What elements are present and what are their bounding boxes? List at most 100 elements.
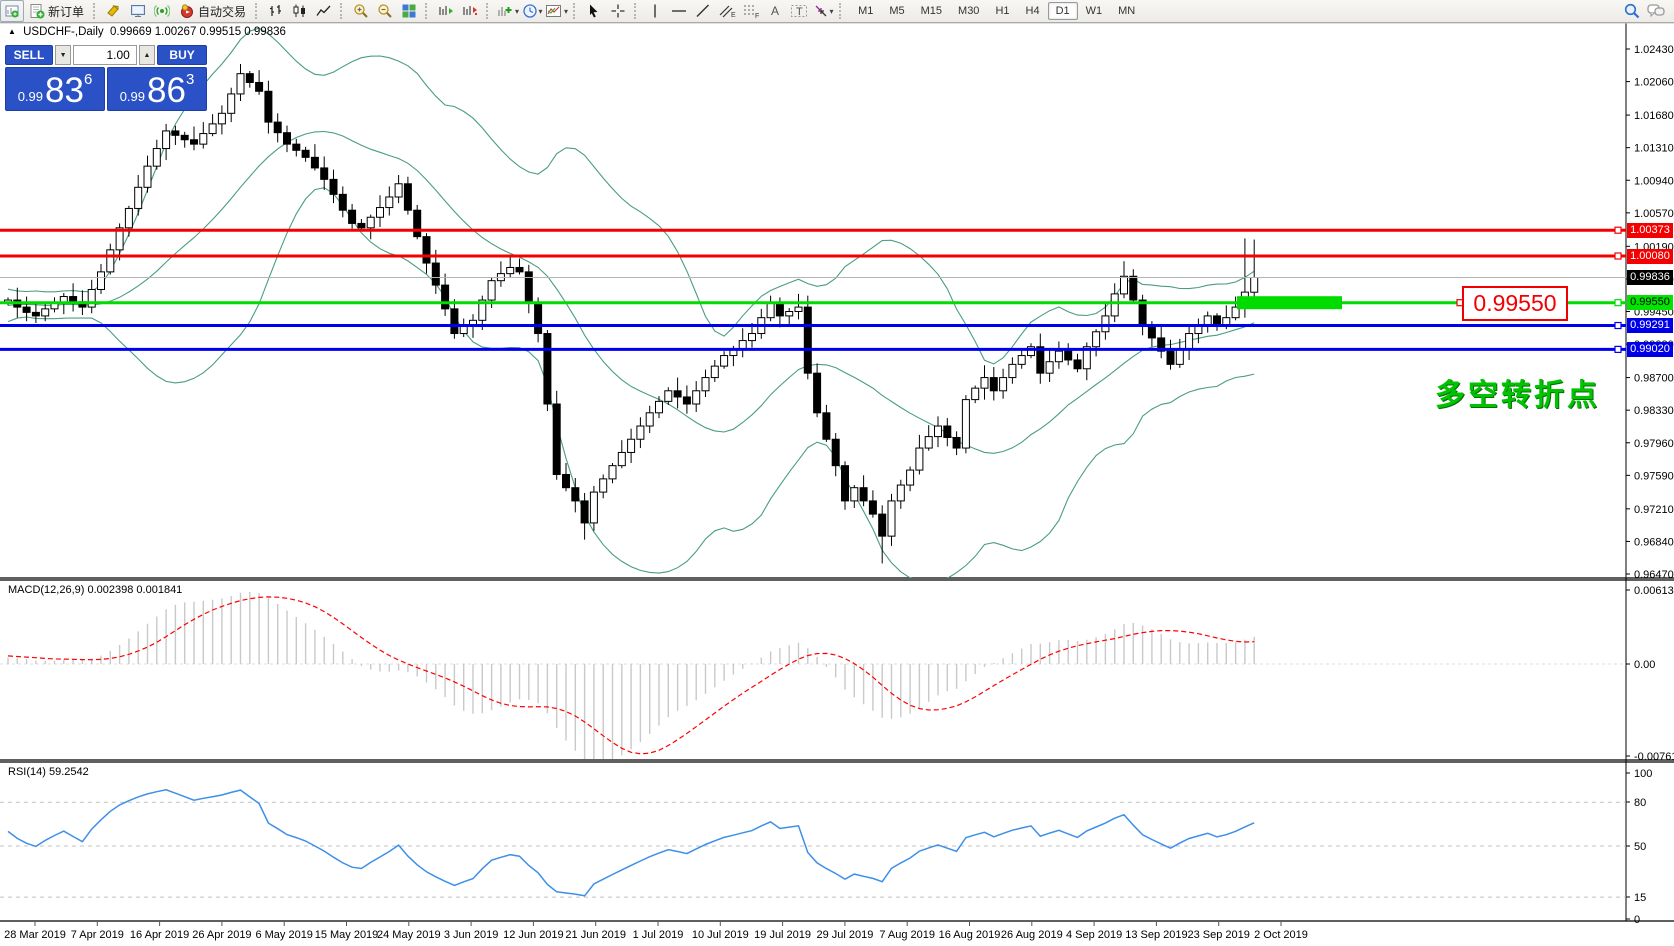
date-label: 2 Oct 2019 [1254,929,1308,941]
gold-arrow-icon[interactable] [102,0,126,22]
signal-icon[interactable] [150,0,174,22]
one-click-trading-panel: SELL ▼ 1.00 ▲ BUY 0.99836 0.99863 [5,45,207,111]
sell-button[interactable]: SELL [5,45,53,65]
candlestick-chart-icon[interactable] [288,0,312,22]
svg-text:1.01310: 1.01310 [1634,143,1674,155]
timeframe-M30[interactable]: M30 [950,2,987,20]
indicators-icon[interactable]: ▾ [495,0,520,22]
price-line-label: 1.00080 [1627,249,1673,264]
svg-text:1.01680: 1.01680 [1634,110,1674,122]
fibonacci-icon[interactable]: F [739,0,763,22]
timeframe-M5[interactable]: M5 [881,2,912,20]
vertical-line-icon[interactable] [643,0,667,22]
timeframe-MN[interactable]: MN [1110,2,1143,20]
svg-text:1.00940: 1.00940 [1634,175,1674,187]
new-order-label: 新订单 [48,3,84,20]
arrows-icon[interactable]: ▾ [811,0,835,22]
separator [340,3,345,19]
svg-text:0.97960: 0.97960 [1634,438,1674,450]
equidistant-channel-icon[interactable]: E [715,0,739,22]
cursor-icon[interactable] [582,0,606,22]
price-line-label: 1.00373 [1627,223,1673,238]
timeframe-W1[interactable]: W1 [1078,2,1111,20]
chat-icon[interactable] [1644,0,1668,22]
templates-icon[interactable]: ▾ [544,0,569,22]
date-label: 26 Apr 2019 [192,929,251,941]
volume-decrease-button[interactable]: ▼ [55,45,71,65]
separator [425,3,430,19]
date-label: 12 Jun 2019 [503,929,564,941]
buy-button[interactable]: BUY [157,45,207,65]
svg-text:T: T [796,6,803,18]
chart-annotation-text[interactable]: 多空转折点 [1435,370,1600,414]
collapse-triangle-icon[interactable]: ▲ [8,27,16,36]
date-label: 7 Apr 2019 [71,929,124,941]
text-label-icon[interactable]: T [787,0,811,22]
date-label: 13 Sep 2019 [1125,929,1187,941]
horizontal-line-icon[interactable] [667,0,691,22]
svg-text:0.00613: 0.00613 [1634,585,1674,597]
svg-text:1.02060: 1.02060 [1634,77,1674,89]
chart-title: ▲ USDCHF-,Daily 0.99669 1.00267 0.99515 … [8,26,286,38]
auto-trading-button[interactable]: 自动交易 [174,0,251,22]
svg-text:0.98330: 0.98330 [1634,405,1674,417]
zoom-in-icon[interactable] [349,0,373,22]
date-label: 6 May 2019 [255,929,312,941]
date-label: 26 Aug 2019 [1001,929,1063,941]
chart-ohlc: 0.99669 1.00267 0.99515 0.99836 [110,26,286,38]
date-label: 3 Jun 2019 [444,929,498,941]
toolbar: 新订单 自动交易 ▾ ▾ ▾ [0,0,1674,23]
sell-price-display[interactable]: 0.99836 [5,67,105,111]
separator [255,3,260,19]
auto-trading-label: 自动交易 [198,3,246,20]
date-label: 16 Aug 2019 [939,929,1001,941]
timeframe-M15[interactable]: M15 [913,2,950,20]
svg-text:100: 100 [1634,768,1652,780]
trendline-icon[interactable] [691,0,715,22]
svg-text:0.97210: 0.97210 [1634,504,1674,516]
svg-text:1.00570: 1.00570 [1634,208,1674,220]
svg-text:A: A [771,4,779,18]
date-label: 16 Apr 2019 [130,929,189,941]
zoom-out-icon[interactable] [373,0,397,22]
date-label: 24 May 2019 [377,929,441,941]
terminal-icon[interactable] [126,0,150,22]
tile-windows-icon[interactable] [397,0,421,22]
svg-text:E: E [731,12,736,19]
timeframe-H4[interactable]: H4 [1018,2,1048,20]
svg-text:50: 50 [1634,841,1646,853]
separator [839,3,844,19]
bar-chart-icon[interactable] [264,0,288,22]
date-label: 10 Jul 2019 [692,929,749,941]
date-label: 19 Jul 2019 [754,929,811,941]
timeframe-D1[interactable]: D1 [1048,2,1078,20]
timeframe-M1[interactable]: M1 [850,2,881,20]
svg-text:0.97590: 0.97590 [1634,470,1674,482]
price-line-label: 0.99020 [1627,342,1673,357]
periods-icon[interactable]: ▾ [520,0,544,22]
auto-scroll-icon[interactable] [458,0,482,22]
svg-text:1.02430: 1.02430 [1634,44,1674,56]
line-chart-icon[interactable] [312,0,336,22]
timeframe-group: M1M5M15M30H1H4D1W1MN [850,2,1143,20]
svg-text:15: 15 [1634,892,1646,904]
timeframe-H1[interactable]: H1 [987,2,1017,20]
svg-text:0.96470: 0.96470 [1634,569,1674,581]
new-order-button[interactable]: 新订单 [24,0,89,22]
separator [486,3,491,19]
new-chart-icon[interactable] [0,0,24,22]
separator [573,3,578,19]
price-line-label: 0.99550 [1627,295,1673,310]
text-icon[interactable]: A [763,0,787,22]
volume-field[interactable]: 1.00 [73,45,137,65]
chart-canvas[interactable]: 1.024301.020601.016801.013101.009401.005… [0,0,1674,946]
buy-price-display[interactable]: 0.99863 [107,67,207,111]
crosshair-icon[interactable] [606,0,630,22]
rsi-label: RSI(14) 59.2542 [8,766,89,778]
volume-increase-button[interactable]: ▲ [139,45,155,65]
chart-shift-icon[interactable] [434,0,458,22]
date-label: 7 Aug 2019 [879,929,935,941]
svg-text:0: 0 [1634,914,1640,926]
search-icon[interactable] [1620,0,1644,22]
price-callout-box[interactable]: 0.99550 [1462,286,1568,321]
